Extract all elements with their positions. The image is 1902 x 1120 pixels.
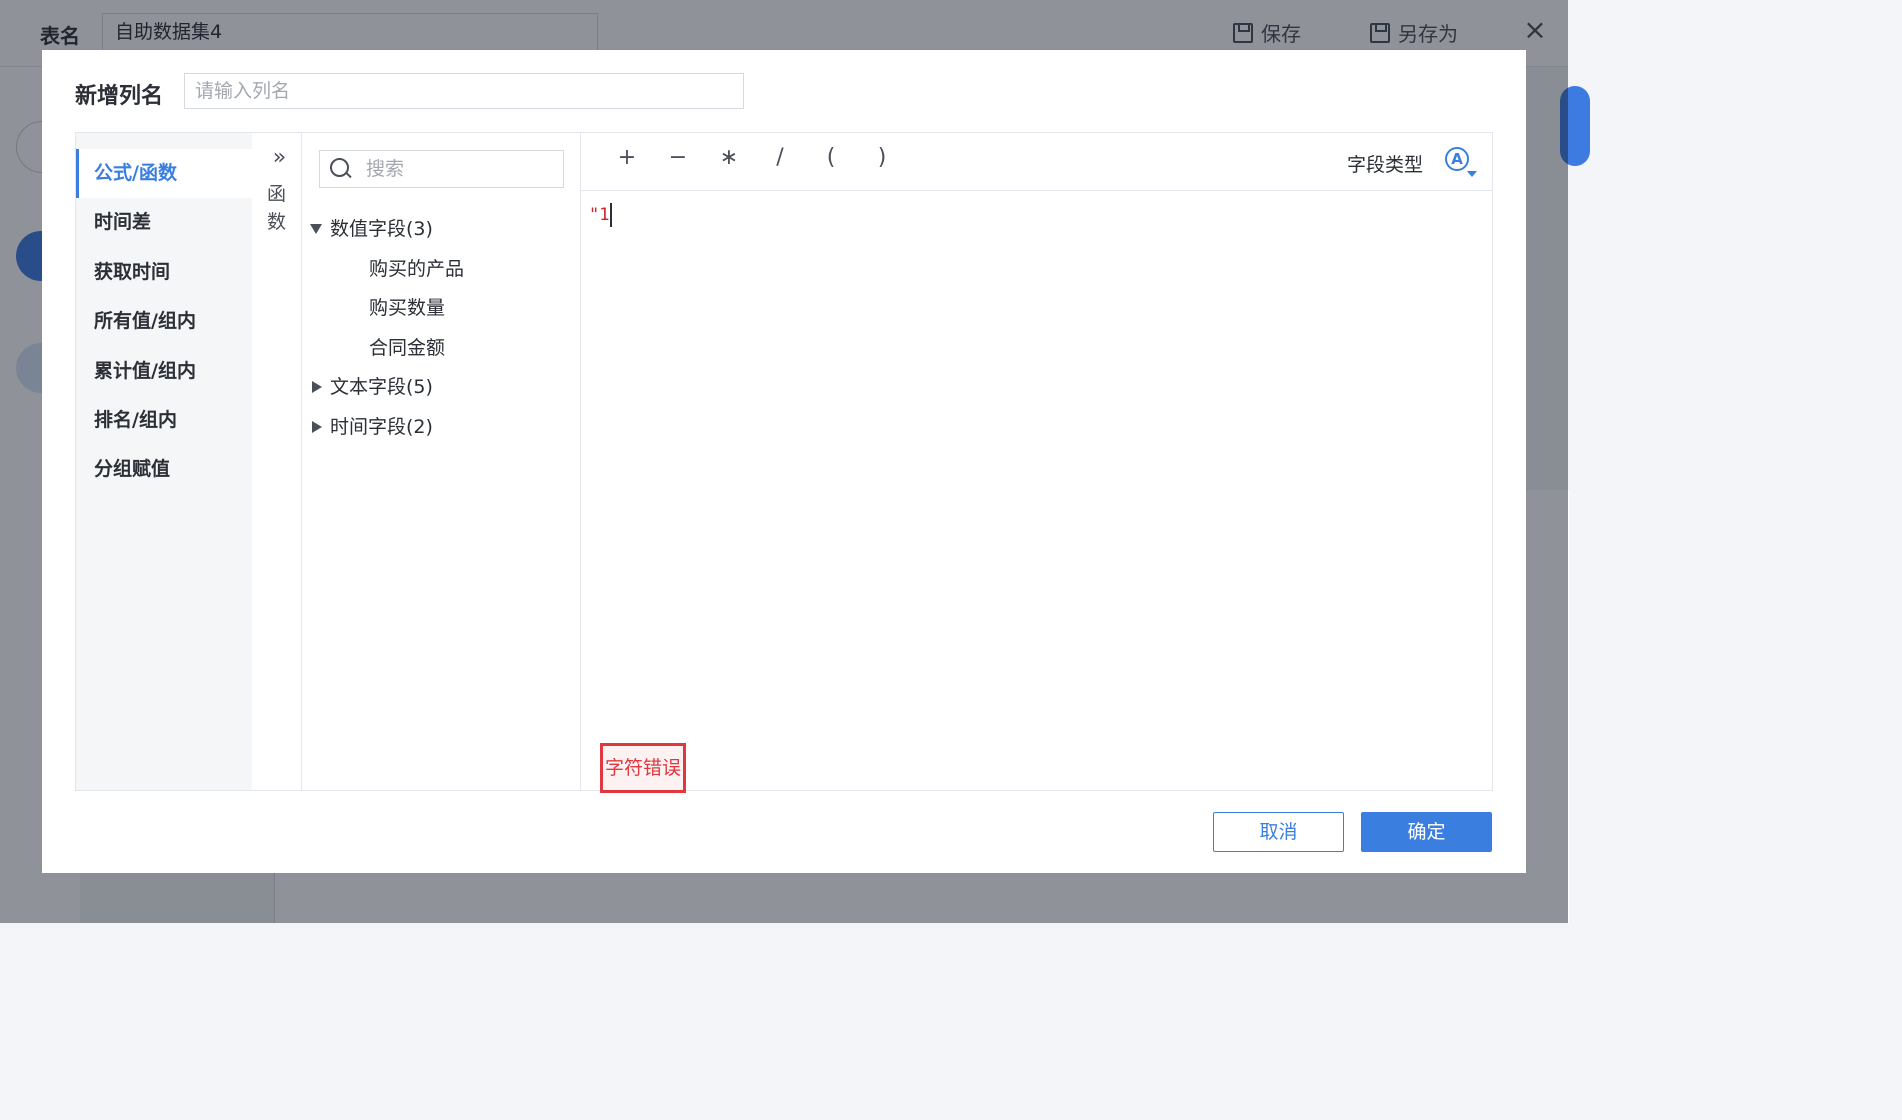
plus-operator-button[interactable]: +: [612, 145, 642, 170]
double-chevron-right-icon[interactable]: »: [252, 145, 301, 170]
tree-group-label: 文本字段(5): [330, 376, 433, 399]
formula-input[interactable]: "1: [581, 191, 1492, 731]
formula-editor: + − ∗ / ( ) 字段类型 A "1 字符错误: [581, 133, 1492, 793]
tree-group-label: 时间字段(2): [330, 415, 433, 438]
search-icon: [330, 158, 352, 180]
field-type-label: 字段类型: [1347, 154, 1424, 176]
category-rank-group[interactable]: 排名/组内: [76, 396, 252, 445]
field-type-text-icon[interactable]: A: [1445, 147, 1469, 171]
formula-text[interactable]: "1: [589, 203, 613, 227]
add-column-dialog: 新增列名 公式/函数 时间差 获取时间 所有值/组内 累计值/组内 排名/组内 …: [42, 50, 1526, 873]
expanded-caret-icon: [310, 223, 322, 234]
tree-group-text[interactable]: 文本字段(5): [310, 367, 570, 407]
column-name-input[interactable]: [184, 73, 744, 109]
category-get-time[interactable]: 获取时间: [76, 248, 252, 297]
category-all-values-group[interactable]: 所有值/组内: [76, 297, 252, 346]
collapsed-caret-icon: [312, 420, 322, 433]
category-cumulative-group[interactable]: 累计值/组内: [76, 347, 252, 396]
search-input[interactable]: [364, 157, 548, 181]
field-panel: 数值字段(3) 购买的产品 购买数量 合同金额 文本字段(5) 时间字段(2): [302, 133, 581, 790]
error-message: 字符错误: [600, 743, 686, 793]
field-tree: 数值字段(3) 购买的产品 购买数量 合同金额 文本字段(5) 时间字段(2): [310, 209, 570, 447]
divide-operator-button[interactable]: /: [765, 145, 795, 170]
category-group-assign[interactable]: 分组赋值: [76, 445, 252, 494]
tree-group-numeric[interactable]: 数值字段(3): [310, 209, 570, 249]
tree-group-label: 数值字段(3): [330, 217, 433, 240]
category-formula-function[interactable]: 公式/函数: [76, 149, 252, 199]
chevron-down-icon[interactable]: [1467, 171, 1477, 177]
confirm-button[interactable]: 确定: [1361, 812, 1492, 852]
function-panel-toggle[interactable]: » 函 数: [252, 133, 302, 790]
dialog-body: 公式/函数 时间差 获取时间 所有值/组内 累计值/组内 排名/组内 分组赋值 …: [75, 132, 1493, 793]
text-cursor: [610, 203, 613, 227]
tree-item[interactable]: 购买的产品: [310, 249, 570, 289]
collapsed-caret-icon: [312, 381, 322, 394]
open-paren-button[interactable]: (: [816, 145, 846, 170]
multiply-operator-button[interactable]: ∗: [714, 145, 744, 170]
operator-toolbar: + − ∗ / ( ) 字段类型 A: [581, 133, 1492, 191]
tree-group-time[interactable]: 时间字段(2): [310, 407, 570, 447]
category-panel: 公式/函数 时间差 获取时间 所有值/组内 累计值/组内 排名/组内 分组赋值: [76, 133, 252, 790]
close-paren-button[interactable]: ): [867, 145, 897, 170]
minus-operator-button[interactable]: −: [663, 145, 693, 170]
category-time-difference[interactable]: 时间差: [76, 198, 252, 247]
field-search[interactable]: [319, 150, 564, 188]
function-label: 函 数: [266, 183, 286, 233]
tree-item[interactable]: 合同金额: [310, 328, 570, 368]
tree-item[interactable]: 购买数量: [310, 288, 570, 328]
cancel-button[interactable]: 取消: [1213, 812, 1344, 852]
dialog-title: 新增列名: [75, 84, 164, 109]
